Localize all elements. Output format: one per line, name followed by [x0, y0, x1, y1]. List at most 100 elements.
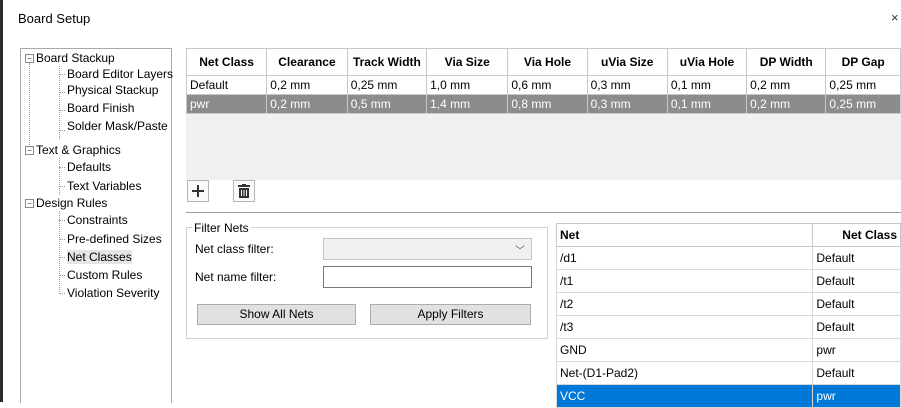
tree-item-pre-defined-sizes[interactable]: Pre-defined Sizes: [67, 231, 162, 247]
tree-item-text-variables[interactable]: Text Variables: [67, 178, 141, 194]
netclass-header-row: Net Class Clearance Track Width Via Size…: [185, 48, 901, 76]
net-row[interactable]: /t3 Default: [555, 315, 901, 339]
net-name-cell[interactable]: Net-(D1-Pad2): [555, 361, 814, 385]
grid-cell[interactable]: 1,0 mm: [426, 75, 509, 95]
net-class-cell[interactable]: pwr: [812, 384, 901, 408]
chevron-down-icon: ﹀: [515, 246, 525, 257]
column-header[interactable]: Via Hole: [507, 48, 588, 76]
grid-cell[interactable]: 0,2 mm: [266, 94, 348, 114]
net-name-cell[interactable]: /t2: [555, 292, 814, 316]
tree-connector: [59, 66, 60, 139]
close-icon[interactable]: ×: [891, 10, 899, 25]
grid-cell[interactable]: 0,2 mm: [746, 75, 827, 95]
tree-connector: [59, 74, 65, 75]
tree-item-physical-stackup[interactable]: Physical Stackup: [67, 82, 158, 98]
tree-group-design-rules[interactable]: Design Rules: [36, 195, 107, 211]
window-left-border: [0, 0, 3, 402]
grid-cell[interactable]: 0,3 mm: [586, 94, 668, 114]
show-all-nets-button[interactable]: Show All Nets: [197, 304, 356, 325]
column-header[interactable]: Net Class: [812, 223, 901, 247]
add-netclass-button[interactable]: [187, 180, 209, 202]
net-name-filter-input[interactable]: [323, 266, 532, 288]
grid-cell[interactable]: 0,8 mm: [507, 94, 588, 114]
delete-netclass-button[interactable]: [233, 180, 255, 202]
window-title: Board Setup: [18, 11, 91, 26]
net-class-cell[interactable]: Default: [812, 315, 901, 339]
net-row[interactable]: VCC pwr: [555, 384, 901, 408]
column-header[interactable]: Net Class: [185, 48, 268, 76]
collapse-icon[interactable]: −: [25, 199, 34, 208]
tree-connector: [59, 211, 60, 294]
tree-group-board-stackup[interactable]: Board Stackup: [36, 50, 115, 66]
tree-item-solder-mask-paste[interactable]: Solder Mask/Paste: [67, 118, 168, 134]
grid-cell[interactable]: 0,1 mm: [666, 75, 748, 95]
grid-cell[interactable]: 1,4 mm: [426, 94, 509, 114]
grid-cell[interactable]: 0,25 mm: [346, 75, 428, 95]
grid-cell[interactable]: 0,2 mm: [746, 94, 827, 114]
tree-connector: [59, 293, 65, 294]
tree-item-constraints[interactable]: Constraints: [67, 212, 128, 228]
column-header[interactable]: uVia Hole: [666, 48, 748, 76]
grid-cell[interactable]: pwr: [185, 94, 268, 114]
column-header[interactable]: Via Size: [426, 48, 509, 76]
grid-cell[interactable]: 0,6 mm: [507, 75, 588, 95]
tree-item-defaults[interactable]: Defaults: [67, 159, 111, 175]
column-header[interactable]: Track Width: [346, 48, 428, 76]
net-row[interactable]: Net-(D1-Pad2) Default: [555, 361, 901, 385]
net-name-cell[interactable]: /t1: [555, 269, 814, 293]
net-row[interactable]: /t1 Default: [555, 269, 901, 293]
tree-connector: [59, 110, 65, 111]
grid-cell[interactable]: 0,25 mm: [825, 94, 901, 114]
tree-item-board-editor-layers[interactable]: Board Editor Layers: [67, 66, 173, 82]
tree-item-net-classes[interactable]: Net Classes: [67, 249, 132, 265]
tree-connector: [59, 257, 65, 258]
column-header[interactable]: DP Gap: [825, 48, 901, 76]
grid-cell[interactable]: Default: [185, 75, 268, 95]
net-name-filter-label: Net name filter:: [195, 270, 277, 284]
column-header[interactable]: uVia Size: [586, 48, 668, 76]
tree-connector: [59, 130, 65, 131]
panel-separator: [186, 212, 901, 213]
grid-cell[interactable]: 0,3 mm: [586, 75, 668, 95]
net-class-cell[interactable]: pwr: [812, 338, 901, 362]
collapse-icon[interactable]: −: [25, 54, 34, 63]
collapse-icon[interactable]: −: [25, 146, 34, 155]
tree-item-board-finish[interactable]: Board Finish: [67, 100, 134, 116]
net-row[interactable]: /t2 Default: [555, 292, 901, 316]
column-header[interactable]: Clearance: [266, 48, 348, 76]
netclass-row[interactable]: pwr 0,2 mm 0,5 mm 1,4 mm 0,8 mm 0,3 mm 0…: [185, 94, 901, 114]
net-class-filter-label: Net class filter:: [195, 242, 274, 256]
tree-item-violation-severity[interactable]: Violation Severity: [67, 285, 160, 301]
apply-filters-button[interactable]: Apply Filters: [370, 304, 531, 325]
plus-icon: [192, 185, 204, 197]
netclass-row[interactable]: Default 0,2 mm 0,25 mm 1,0 mm 0,6 mm 0,3…: [185, 75, 901, 95]
net-name-cell[interactable]: VCC: [555, 384, 814, 408]
tree-connector: [59, 220, 65, 221]
tree-connector: [59, 158, 60, 195]
net-row[interactable]: /d1 Default: [555, 246, 901, 270]
filter-group-title: Filter Nets: [192, 221, 251, 235]
settings-tree: − Board Stackup Board Editor Layers Phys…: [20, 48, 173, 403]
net-name-cell[interactable]: /d1: [555, 246, 814, 270]
column-header[interactable]: DP Width: [746, 48, 827, 76]
nets-header-row: Net Net Class: [555, 223, 901, 247]
net-name-cell[interactable]: GND: [555, 338, 814, 362]
net-class-cell[interactable]: Default: [812, 292, 901, 316]
grid-cell[interactable]: 0,2 mm: [266, 75, 348, 95]
tree-connector: [59, 92, 65, 93]
tree-connector: [59, 186, 65, 187]
net-name-cell[interactable]: /t3: [555, 315, 814, 339]
net-row[interactable]: GND pwr: [555, 338, 901, 362]
net-class-cell[interactable]: Default: [812, 361, 901, 385]
net-class-cell[interactable]: Default: [812, 269, 901, 293]
tree-connector: [59, 275, 65, 276]
grid-cell[interactable]: 0,1 mm: [666, 94, 748, 114]
column-header[interactable]: Net: [555, 223, 814, 247]
tree-group-text-graphics[interactable]: Text & Graphics: [36, 142, 121, 158]
net-class-cell[interactable]: Default: [812, 246, 901, 270]
grid-cell[interactable]: 0,5 mm: [346, 94, 428, 114]
tree-connector: [59, 167, 65, 168]
grid-cell[interactable]: 0,25 mm: [825, 75, 901, 95]
net-class-filter-dropdown[interactable]: ﹀: [323, 238, 532, 260]
tree-item-custom-rules[interactable]: Custom Rules: [67, 267, 142, 283]
